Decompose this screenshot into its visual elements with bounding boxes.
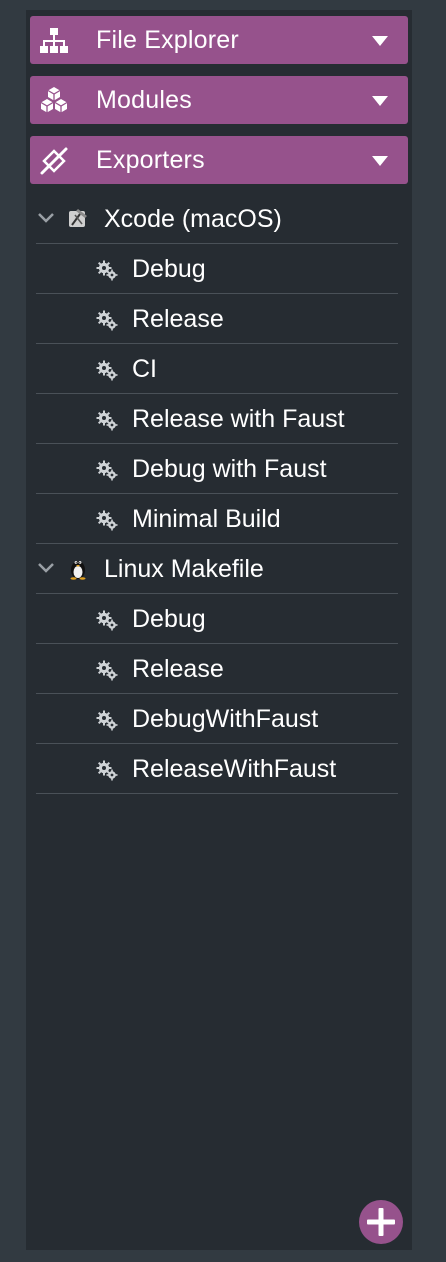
section-header-modules[interactable]: Modules bbox=[30, 76, 408, 124]
config-label: DebugWithFaust bbox=[132, 705, 319, 733]
exporter-xcode[interactable]: Xcode (macOS) bbox=[36, 194, 398, 244]
config-item-release-with-faust[interactable]: Release with Faust bbox=[36, 394, 398, 444]
gear-icon bbox=[96, 310, 118, 331]
caret-down-icon bbox=[372, 156, 388, 166]
gear-icon bbox=[96, 410, 118, 431]
gear-icon bbox=[96, 610, 118, 631]
gear-icon bbox=[96, 360, 118, 381]
config-label: Debug with Faust bbox=[132, 455, 327, 483]
gear-icon bbox=[96, 710, 118, 731]
config-item-debug[interactable]: Debug bbox=[36, 594, 398, 644]
config-item-debugwithfaust[interactable]: DebugWithFaust bbox=[36, 694, 398, 744]
config-item-release[interactable]: Release bbox=[36, 644, 398, 694]
config-label: Release bbox=[132, 655, 224, 683]
gear-icon bbox=[96, 660, 118, 681]
section-header-exporters[interactable]: Exporters bbox=[30, 136, 408, 184]
config-label: Minimal Build bbox=[132, 505, 281, 533]
gear-icon bbox=[96, 460, 118, 481]
caret-down-icon bbox=[372, 96, 388, 106]
exporter-linux-makefile[interactable]: Linux Makefile bbox=[36, 544, 398, 594]
config-label: Release bbox=[132, 305, 224, 333]
chevron-down-icon[interactable] bbox=[38, 562, 54, 574]
hierarchy-icon bbox=[40, 28, 68, 53]
gear-icon bbox=[96, 760, 118, 781]
config-label: Release with Faust bbox=[132, 405, 345, 433]
config-item-minimal-build[interactable]: Minimal Build bbox=[36, 494, 398, 544]
caret-down-icon bbox=[372, 36, 388, 46]
gear-icon bbox=[96, 260, 118, 281]
config-item-debug-with-faust[interactable]: Debug with Faust bbox=[36, 444, 398, 494]
config-label: ReleaseWithFaust bbox=[132, 755, 337, 783]
cubes-icon bbox=[40, 87, 68, 113]
section-title: File Explorer bbox=[96, 26, 239, 54]
xcode-icon bbox=[69, 209, 87, 227]
section-title: Modules bbox=[96, 86, 192, 114]
gear-icon bbox=[96, 510, 118, 531]
exporter-label: Linux Makefile bbox=[104, 555, 264, 583]
chevron-down-icon[interactable] bbox=[38, 212, 54, 224]
config-label: CI bbox=[132, 355, 157, 383]
section-title: Exporters bbox=[96, 146, 205, 174]
config-label: Debug bbox=[132, 605, 206, 633]
config-item-debug[interactable]: Debug bbox=[36, 244, 398, 294]
exporter-label: Xcode (macOS) bbox=[104, 205, 282, 233]
config-item-releasewithfaust[interactable]: ReleaseWithFaust bbox=[36, 744, 398, 794]
add-exporter-button[interactable] bbox=[359, 1200, 403, 1244]
linux-tux-icon bbox=[70, 561, 86, 580]
plus-icon bbox=[367, 1208, 395, 1236]
exporters-icon bbox=[40, 147, 68, 175]
config-item-release[interactable]: Release bbox=[36, 294, 398, 344]
config-item-ci[interactable]: CI bbox=[36, 344, 398, 394]
config-label: Debug bbox=[132, 255, 206, 283]
section-header-file-explorer[interactable]: File Explorer bbox=[30, 16, 408, 64]
